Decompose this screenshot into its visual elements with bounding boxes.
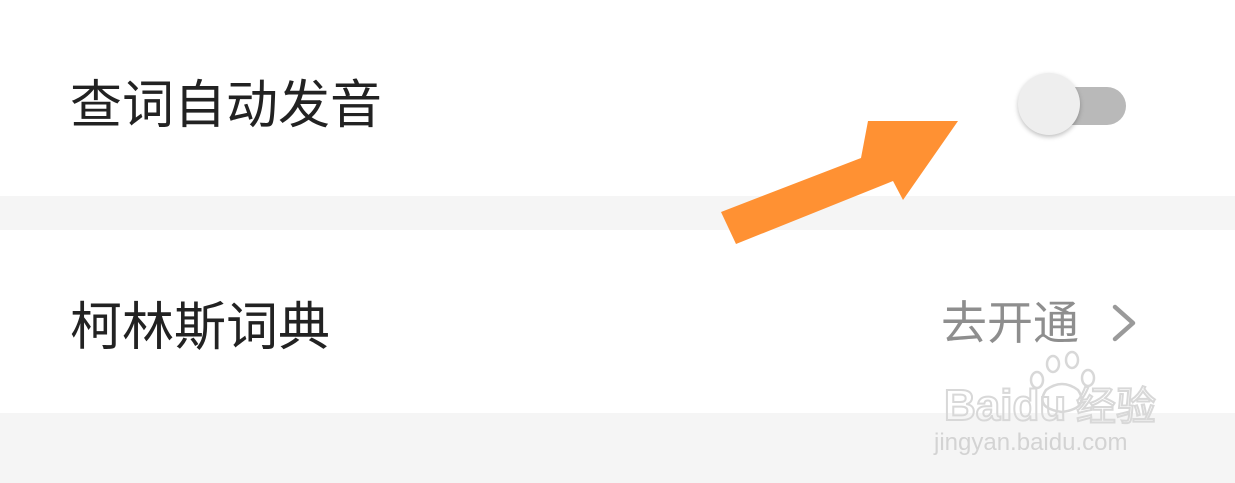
auto-pronounce-label: 查词自动发音 xyxy=(70,76,383,136)
collins-activate-link[interactable]: 去开通 xyxy=(941,300,1139,346)
watermark-url: jingyan.baidu.com xyxy=(933,429,1127,456)
collins-dictionary-label: 柯林斯词典 xyxy=(70,298,331,358)
collins-activate-label: 去开通 xyxy=(941,296,1079,350)
settings-row-collins-dictionary[interactable]: 柯林斯词典 去开通 xyxy=(0,230,1235,413)
toggle-knob xyxy=(1018,73,1080,135)
auto-pronounce-toggle[interactable] xyxy=(1018,73,1128,135)
chevron-right-icon xyxy=(1112,304,1136,342)
settings-row-auto-pronounce: 查词自动发音 xyxy=(0,0,1235,196)
